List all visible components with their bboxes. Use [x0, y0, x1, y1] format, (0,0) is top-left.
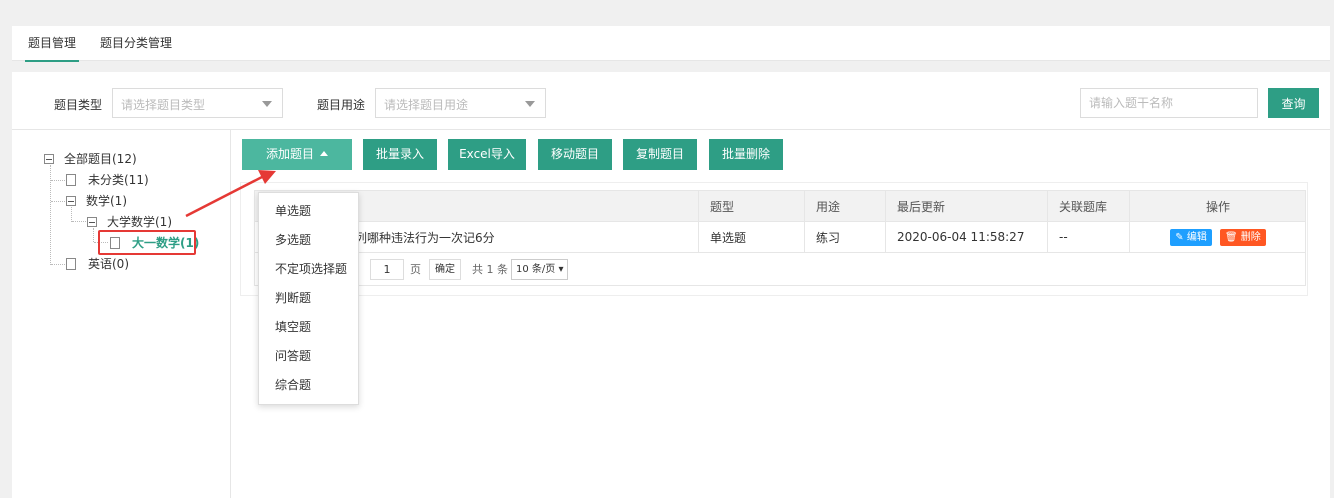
pencil-icon: ✎	[1175, 231, 1184, 243]
trash-icon: 🗑	[1224, 231, 1238, 243]
table-header: 题型 用途 最后更新 关联题库 操作	[254, 190, 1306, 222]
edit-label: 编辑	[1186, 231, 1207, 243]
total-count: 共 1 条	[472, 263, 508, 276]
question-usage-placeholder: 请选择题目用途	[384, 98, 469, 112]
header-usage: 用途	[816, 199, 841, 214]
move-question-button[interactable]: 移动题目	[538, 139, 612, 170]
cell-type: 单选题	[710, 230, 747, 245]
cell-linked-bank: --	[1059, 230, 1068, 244]
chevron-down-icon	[525, 101, 535, 107]
tree-node-college-math-label: 大学数学(1)	[107, 215, 172, 229]
dropdown-item-true-false[interactable]: 判断题	[259, 284, 358, 313]
chevron-down-icon	[262, 101, 272, 107]
delete-button[interactable]: 🗑 删除	[1219, 228, 1266, 246]
question-type-label: 题目类型	[54, 98, 103, 112]
question-type-placeholder: 请选择题目类型	[121, 98, 206, 112]
filter-divider	[12, 129, 1330, 130]
edit-button[interactable]: ✎ 编辑	[1170, 228, 1212, 246]
question-usage-select[interactable]: 请选择题目用途	[375, 88, 546, 118]
cell-stem[interactable]: 下列哪种违法行为一次记6分	[331, 222, 698, 252]
tab-question-management[interactable]: 题目管理	[24, 26, 80, 62]
batch-entry-button[interactable]: 批量录入	[363, 139, 437, 170]
header-linked-bank: 关联题库	[1059, 199, 1108, 214]
header-type: 题型	[710, 199, 735, 214]
tree-connector	[72, 221, 86, 222]
tree-connector	[51, 180, 65, 181]
dropdown-item-qa[interactable]: 问答题	[259, 342, 358, 371]
tree-connector	[51, 201, 65, 202]
question-type-select[interactable]: 请选择题目类型	[112, 88, 283, 118]
collapse-icon[interactable]	[87, 217, 97, 227]
collapse-icon[interactable]	[44, 154, 54, 164]
page-unit-label: 页	[410, 263, 421, 276]
copy-question-button[interactable]: 复制题目	[623, 139, 697, 170]
question-usage-label: 题目用途	[317, 98, 366, 112]
file-icon	[66, 258, 76, 270]
file-icon	[66, 174, 76, 186]
caret-up-icon	[320, 151, 328, 156]
page-confirm-button[interactable]: 确定	[429, 259, 461, 280]
dropdown-item-fill-blank[interactable]: 填空题	[259, 313, 358, 342]
tree-node-all[interactable]: 全部题目(12)	[44, 150, 137, 168]
header-actions: 操作	[1205, 199, 1230, 214]
tree-node-college-math[interactable]: 大学数学(1)	[87, 213, 172, 231]
add-question-dropdown: 单选题 多选题 不定项选择题 判断题 填空题 问答题 综合题	[258, 192, 359, 405]
tree-node-math-label: 数学(1)	[86, 194, 127, 208]
top-tab-bar: 题目管理 题目分类管理	[12, 26, 1330, 62]
tree-node-english-label: 英语(0)	[88, 257, 129, 271]
cell-usage: 练习	[816, 230, 841, 245]
tree-node-english[interactable]: 英语(0)	[66, 255, 129, 273]
header-last-updated: 最后更新	[897, 199, 946, 214]
page-size-select[interactable]: 10 条/页 ▾	[511, 259, 569, 280]
dropdown-item-comprehensive[interactable]: 综合题	[259, 371, 358, 400]
pagination: 1 页 确定 共 1 条 10 条/页 ▾	[254, 253, 1306, 286]
tree-node-all-label: 全部题目(12)	[64, 152, 137, 166]
page-number-input[interactable]: 1	[370, 259, 404, 280]
question-stem-search-input[interactable]	[1080, 88, 1258, 118]
dropdown-item-multiple-choice[interactable]: 多选题	[259, 226, 358, 255]
dropdown-item-indefinite-choice[interactable]: 不定项选择题	[259, 255, 358, 284]
tree-connector	[51, 264, 65, 265]
delete-label: 删除	[1240, 231, 1261, 243]
dropdown-item-single-choice[interactable]: 单选题	[259, 197, 358, 226]
tab-question-category-management[interactable]: 题目分类管理	[100, 26, 172, 61]
table-row[interactable]: 下列哪种违法行为一次记6分 单选题 练习 2020-06-04 11:58:27…	[254, 222, 1306, 253]
query-button[interactable]: 查询	[1268, 88, 1319, 118]
cell-actions: ✎ 编辑 🗑 删除	[1129, 222, 1307, 252]
annotation-highlight-box	[98, 230, 196, 255]
batch-delete-button[interactable]: 批量删除	[709, 139, 783, 170]
cell-updated: 2020-06-04 11:58:27	[897, 230, 1025, 244]
tree-node-uncategorized-label: 未分类(11)	[88, 173, 149, 187]
sidebar-divider	[230, 130, 231, 498]
tree-node-uncategorized[interactable]: 未分类(11)	[66, 171, 149, 189]
tree-node-math[interactable]: 数学(1)	[66, 192, 127, 210]
collapse-icon[interactable]	[66, 196, 76, 206]
page-size-value: 10 条/页	[516, 264, 556, 275]
add-question-label: 添加题目	[265, 147, 314, 161]
excel-import-button[interactable]: Excel导入	[448, 139, 526, 170]
add-question-button[interactable]: 添加题目	[242, 139, 352, 170]
